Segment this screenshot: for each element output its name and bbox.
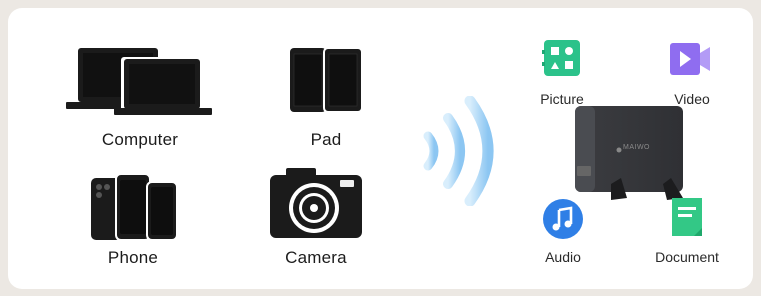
phone-device: Phone [78, 170, 188, 275]
camera-device: Camera [264, 168, 368, 275]
camera-icon [270, 168, 362, 238]
pad-label: Pad [310, 130, 342, 149]
tablets-icon [290, 48, 363, 113]
enclosure-brand: MAIWO [623, 144, 650, 151]
document-icon [672, 198, 702, 236]
laptops-icon [66, 48, 212, 115]
audio-label: Audio [545, 249, 581, 265]
camera-label: Camera [285, 248, 347, 267]
computer-label: Computer [101, 130, 179, 149]
picture-icon [542, 40, 580, 76]
pad-device: Pad [276, 46, 376, 156]
phone-label: Phone [107, 248, 159, 267]
music-note-icon [543, 199, 583, 239]
phones-icon [91, 173, 178, 241]
computer-device: Computer [66, 46, 214, 156]
wireless-waves-icon [423, 96, 494, 206]
video-icon [670, 43, 710, 75]
diagram-card: Computer Pad Phone Camera Picture Video … [8, 8, 753, 289]
hdd-enclosure-image [575, 106, 683, 200]
document-label: Document [655, 249, 719, 265]
